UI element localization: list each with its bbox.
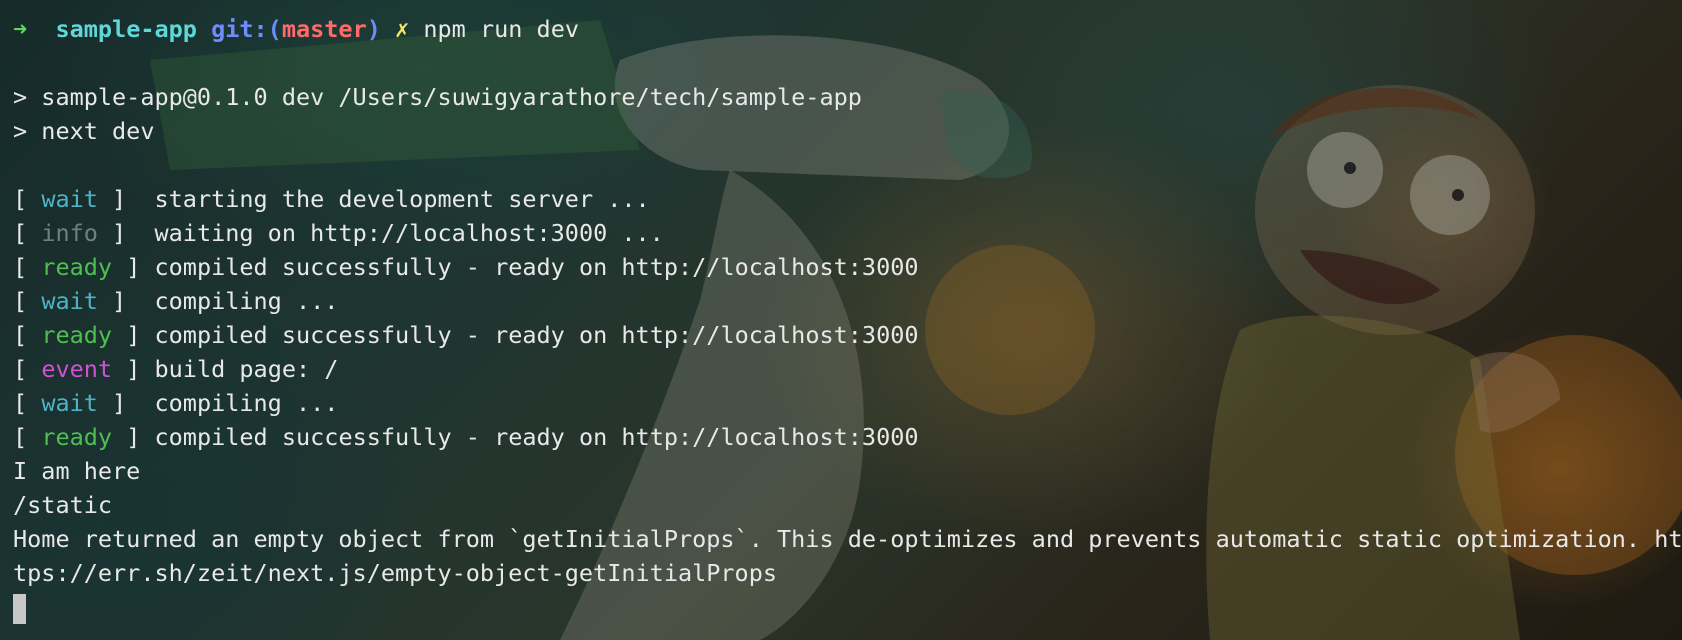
log-tag-padding bbox=[27, 355, 41, 383]
log-message: waiting on http://localhost:3000 ... bbox=[154, 219, 664, 247]
log-message: starting the development server ... bbox=[154, 185, 650, 213]
prompt-git-suffix: ) bbox=[366, 15, 381, 43]
prompt-spacer bbox=[27, 15, 55, 43]
log-line: [ wait ] compiling ... bbox=[13, 287, 339, 315]
log-tag-info: info bbox=[41, 219, 98, 247]
log-message: compiled successfully - ready on http://… bbox=[154, 253, 919, 281]
log-tag-close: ] bbox=[97, 185, 155, 213]
prompt-command: npm run dev bbox=[423, 15, 579, 43]
log-tag-wait: wait bbox=[41, 389, 98, 417]
log-tag-close: ] bbox=[112, 253, 155, 281]
log-line: [ ready ] compiled successfully - ready … bbox=[13, 321, 919, 349]
script-header-line: > sample-app@0.1.0 dev /Users/suwigyarat… bbox=[13, 83, 862, 111]
log-line: [ ready ] compiled successfully - ready … bbox=[13, 253, 919, 281]
log-tag-padding bbox=[27, 423, 41, 451]
log-line: [ wait ] starting the development server… bbox=[13, 185, 650, 213]
prompt-spacer bbox=[381, 15, 395, 43]
log-tag-close: ] bbox=[97, 389, 155, 417]
log-tag-ready: ready bbox=[41, 321, 113, 349]
log-tag-close: ] bbox=[97, 287, 155, 315]
prompt-directory: sample-app bbox=[55, 15, 197, 43]
prompt-spacer bbox=[409, 15, 423, 43]
log-line: [ wait ] compiling ... bbox=[13, 389, 339, 417]
log-tag-padding bbox=[27, 253, 41, 281]
prompt-arrow-icon: ➜ bbox=[13, 15, 28, 43]
log-message: compiled successfully - ready on http://… bbox=[154, 423, 919, 451]
output-line: I am here bbox=[13, 457, 141, 485]
prompt-spacer bbox=[197, 15, 211, 43]
output-line: Home returned an empty object from `getI… bbox=[13, 525, 1682, 553]
log-tag-close: ] bbox=[112, 321, 155, 349]
log-tag-close: ] bbox=[112, 423, 155, 451]
prompt-dirty-marker-icon: ✗ bbox=[395, 15, 410, 43]
log-tag-padding bbox=[27, 219, 41, 247]
prompt-git-prefix: git:( bbox=[211, 15, 282, 43]
log-tag-padding bbox=[27, 185, 41, 213]
log-message: compiling ... bbox=[154, 287, 339, 315]
log-tag-close: ] bbox=[112, 355, 155, 383]
log-message: compiled successfully - ready on http://… bbox=[154, 321, 919, 349]
log-tag-wait: wait bbox=[41, 287, 98, 315]
log-tag-wait: wait bbox=[41, 185, 98, 213]
shell-prompt-line: ➜ sample-app git:(master) ✗ npm run dev bbox=[13, 12, 1672, 46]
log-line: [ ready ] compiled successfully - ready … bbox=[13, 423, 919, 451]
log-message: compiling ... bbox=[154, 389, 339, 417]
log-message: build page: / bbox=[154, 355, 339, 383]
log-tag-padding bbox=[27, 389, 41, 417]
log-tag-event: event bbox=[41, 355, 113, 383]
log-line: [ info ] waiting on http://localhost:300… bbox=[13, 219, 664, 247]
output-line: tps://err.sh/zeit/next.js/empty-object-g… bbox=[13, 559, 778, 587]
terminal-output: ➜ sample-app git:(master) ✗ npm run dev … bbox=[13, 12, 1682, 624]
script-header-line: > next dev bbox=[13, 117, 155, 145]
prompt-git-branch: master bbox=[281, 15, 367, 43]
log-tag-close: ] bbox=[97, 219, 155, 247]
log-tag-ready: ready bbox=[41, 423, 113, 451]
log-tag-padding bbox=[27, 287, 41, 315]
log-tag-padding bbox=[27, 321, 41, 349]
terminal-window[interactable]: ➜ sample-app git:(master) ✗ npm run dev … bbox=[0, 0, 1682, 640]
output-line: /static bbox=[13, 491, 113, 519]
input-line[interactable] bbox=[13, 590, 1672, 624]
terminal-cursor[interactable] bbox=[13, 593, 26, 624]
log-tag-ready: ready bbox=[41, 253, 113, 281]
log-line: [ event ] build page: / bbox=[13, 355, 339, 383]
